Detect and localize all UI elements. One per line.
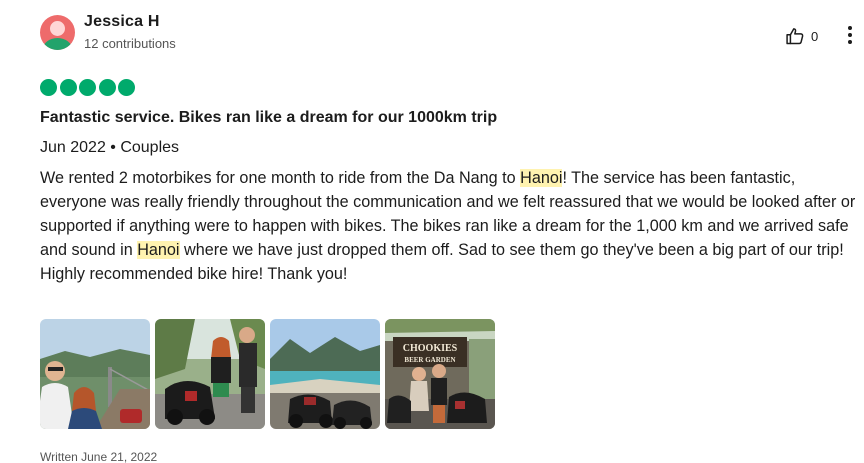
dot — [848, 26, 852, 30]
sign-beer-garden: BEER GARDEN — [404, 356, 455, 364]
reviewer-name[interactable]: Jessica H — [84, 13, 160, 31]
written-date: Written June 21, 2022 — [40, 450, 158, 463]
helpful-count: 0 — [811, 28, 819, 44]
sign-chookies: CHOOKIES — [403, 343, 458, 354]
review-text-segment: We rented 2 motorbikes for one month to … — [40, 169, 521, 187]
review-title: Fantastic service. Bikes ran like a drea… — [40, 109, 498, 126]
avatar-body — [43, 38, 72, 50]
thumbs-up-icon — [786, 28, 804, 45]
more-options-icon[interactable] — [840, 23, 860, 47]
avatar[interactable] — [40, 15, 75, 50]
review-meta: Jun 2022 • Couples — [40, 139, 180, 156]
reviewer-contributions: 12 contributions — [84, 36, 176, 51]
rating-bubble-icon — [118, 79, 135, 96]
highlighted-keyword: Hanoi — [137, 241, 180, 259]
rating-bubble-icon — [98, 79, 116, 96]
photo-coastal-view-with-bikes[interactable] — [270, 319, 380, 429]
highlighted-keyword: Hanoi — [520, 169, 563, 187]
dot — [848, 40, 852, 44]
rating-bubble-icon — [40, 79, 57, 96]
photo-chookies-beer-garden[interactable]: CHOOKIES BEER GARDEN — [385, 319, 495, 429]
review-text: We rented 2 motorbikes for one month to … — [40, 166, 862, 286]
photo-coastal-view-with-bikes-image — [270, 319, 380, 429]
photo-couple-with-motorbikes-image — [155, 319, 265, 429]
photo-couple-bridge-selfie[interactable] — [40, 319, 150, 429]
rating-bubble-icon — [59, 79, 77, 96]
dot — [848, 33, 852, 37]
photo-couple-with-motorbikes[interactable] — [155, 319, 265, 429]
photo-gallery: CHOOKIES BEER GARDEN — [40, 319, 500, 429]
photo-chookies-beer-garden-image: CHOOKIES BEER GARDEN — [385, 319, 495, 429]
rating-bubble-icon — [79, 79, 96, 96]
helpful-vote-button[interactable]: 0 — [785, 26, 818, 46]
avatar-head — [50, 21, 65, 36]
rating-bubbles — [40, 79, 138, 96]
photo-couple-bridge-selfie-image — [40, 319, 150, 429]
